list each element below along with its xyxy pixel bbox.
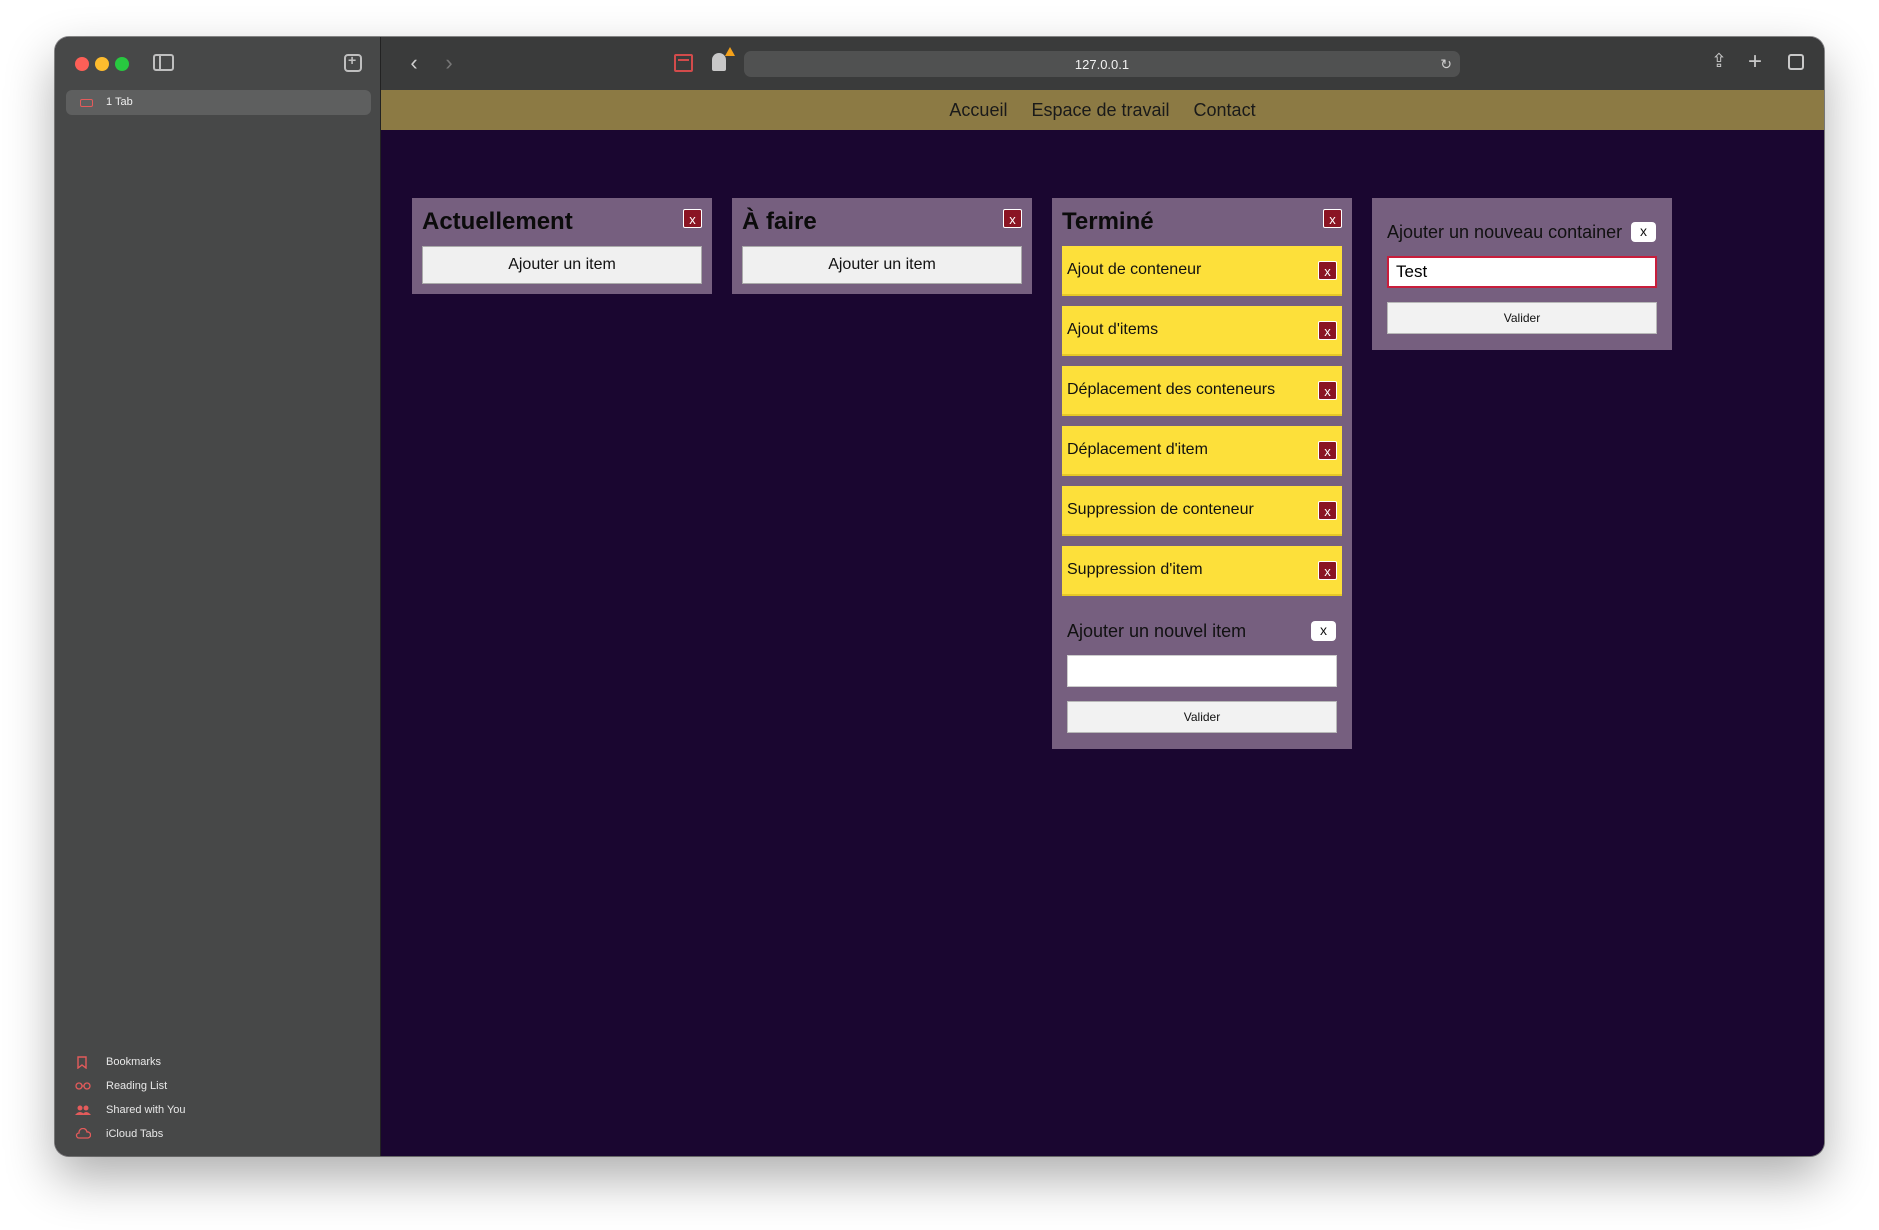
item-label: Déplacement des conteneurs xyxy=(1067,381,1276,398)
cloud-icon xyxy=(75,1127,92,1142)
extension-ghost-icon[interactable] xyxy=(712,53,726,71)
browser-toolbar: ‹ › 127.0.0.1 ↻ ⇪ + xyxy=(381,37,1824,90)
sidebar-tab-item[interactable]: 1 Tab xyxy=(66,90,371,115)
delete-container-button[interactable]: x xyxy=(1003,209,1022,228)
sidebar-toggle-icon[interactable] xyxy=(153,54,174,71)
share-icon[interactable]: ⇪ xyxy=(1707,50,1731,74)
new-container-panel: Ajouter un nouveau container x Valider xyxy=(1372,198,1672,350)
browser-sidebar: 1 Tab Bookmarks Reading List Shared with… xyxy=(55,37,381,1156)
item-label: Suppression de conteneur xyxy=(1067,501,1254,518)
list-item[interactable]: Ajout de conteneur x xyxy=(1062,246,1342,296)
nav-link-accueil[interactable]: Accueil xyxy=(949,100,1007,121)
tab-label: 1 Tab xyxy=(106,96,133,108)
item-label: Ajout de conteneur xyxy=(1067,261,1202,278)
warning-badge-icon xyxy=(725,47,735,56)
list-item[interactable]: Déplacement d'item x xyxy=(1062,426,1342,476)
container-title: À faire xyxy=(742,208,817,235)
site-navbar: Accueil Espace de travail Contact xyxy=(381,90,1824,130)
add-item-button[interactable]: Ajouter un item xyxy=(422,246,702,284)
browser-window: 1 Tab Bookmarks Reading List Shared with… xyxy=(55,37,1824,1156)
web-page: Accueil Espace de travail Contact Actuel… xyxy=(381,90,1824,1156)
add-item-button[interactable]: Ajouter un item xyxy=(742,246,1022,284)
delete-item-button[interactable]: x xyxy=(1318,441,1337,460)
new-item-form: Ajouter un nouvel item x Valider xyxy=(1062,606,1342,739)
delete-item-button[interactable]: x xyxy=(1318,321,1337,340)
nav-link-espace-de-travail[interactable]: Espace de travail xyxy=(1031,100,1169,121)
address-bar[interactable]: 127.0.0.1 ↻ xyxy=(744,51,1460,77)
list-item[interactable]: Suppression de conteneur x xyxy=(1062,486,1342,536)
minimize-window-button[interactable] xyxy=(95,57,109,71)
submit-container-button[interactable]: Valider xyxy=(1387,302,1657,334)
glasses-icon xyxy=(75,1080,91,1094)
sidebar-item-label: iCloud Tabs xyxy=(106,1128,164,1140)
form-title: Ajouter un nouveau container xyxy=(1387,222,1623,242)
new-container-form: Ajouter un nouveau container x Valider xyxy=(1382,208,1662,334)
shared-icon xyxy=(75,1104,91,1118)
sidebar-item-label: Shared with You xyxy=(106,1104,186,1116)
close-form-button[interactable]: x xyxy=(1631,222,1656,242)
container-a-faire[interactable]: À faire x Ajouter un item xyxy=(732,198,1032,294)
list-item[interactable]: Déplacement des conteneurs x xyxy=(1062,366,1342,416)
reload-icon[interactable]: ↻ xyxy=(1440,56,1452,73)
container-actuellement[interactable]: Actuellement x Ajouter un item xyxy=(412,198,712,294)
container-title: Actuellement xyxy=(422,208,573,235)
new-container-input[interactable] xyxy=(1387,256,1657,288)
form-title: Ajouter un nouvel item xyxy=(1067,621,1247,641)
extension-calendar-icon[interactable] xyxy=(674,54,693,72)
back-icon[interactable]: ‹ xyxy=(403,49,425,77)
sidebar-item-reading-list[interactable]: Reading List xyxy=(75,1077,355,1101)
new-item-input[interactable] xyxy=(1067,655,1337,687)
nav-link-contact[interactable]: Contact xyxy=(1194,100,1256,121)
submit-item-button[interactable]: Valider xyxy=(1067,701,1337,733)
delete-item-button[interactable]: x xyxy=(1318,261,1337,280)
maximize-window-button[interactable] xyxy=(115,57,129,71)
sidebar-links: Bookmarks Reading List Shared with You i… xyxy=(75,1053,355,1149)
delete-item-button[interactable]: x xyxy=(1318,561,1337,580)
sidebar-item-label: Bookmarks xyxy=(106,1056,162,1068)
forward-icon[interactable]: › xyxy=(438,49,460,77)
delete-item-button[interactable]: x xyxy=(1318,501,1337,520)
close-window-button[interactable] xyxy=(75,57,89,71)
item-label: Suppression d'item xyxy=(1067,561,1203,578)
url-text: 127.0.0.1 xyxy=(1074,57,1130,72)
item-label: Ajout d'items xyxy=(1067,321,1159,338)
tab-icon xyxy=(80,99,93,107)
sidebar-item-icloud-tabs[interactable]: iCloud Tabs xyxy=(75,1125,355,1149)
delete-container-button[interactable]: x xyxy=(683,209,702,228)
sidebar-item-label: Reading List xyxy=(106,1080,168,1092)
list-item[interactable]: Suppression d'item x xyxy=(1062,546,1342,596)
close-form-button[interactable]: x xyxy=(1311,621,1336,641)
tab-overview-icon[interactable] xyxy=(1788,54,1804,70)
bookmark-icon xyxy=(75,1056,89,1070)
sidebar-item-bookmarks[interactable]: Bookmarks xyxy=(75,1053,355,1077)
item-label: Déplacement d'item xyxy=(1067,441,1208,458)
delete-item-button[interactable]: x xyxy=(1318,381,1337,400)
new-tab-group-icon[interactable] xyxy=(344,52,362,72)
sidebar-item-shared-with-you[interactable]: Shared with You xyxy=(75,1101,355,1125)
list-item[interactable]: Ajout d'items x xyxy=(1062,306,1342,356)
delete-container-button[interactable]: x xyxy=(1323,209,1342,228)
container-termine[interactable]: Terminé x Ajout de conteneur x Ajout d'i… xyxy=(1052,198,1352,749)
new-tab-icon[interactable]: + xyxy=(1743,50,1767,74)
container-title: Terminé xyxy=(1062,208,1154,235)
